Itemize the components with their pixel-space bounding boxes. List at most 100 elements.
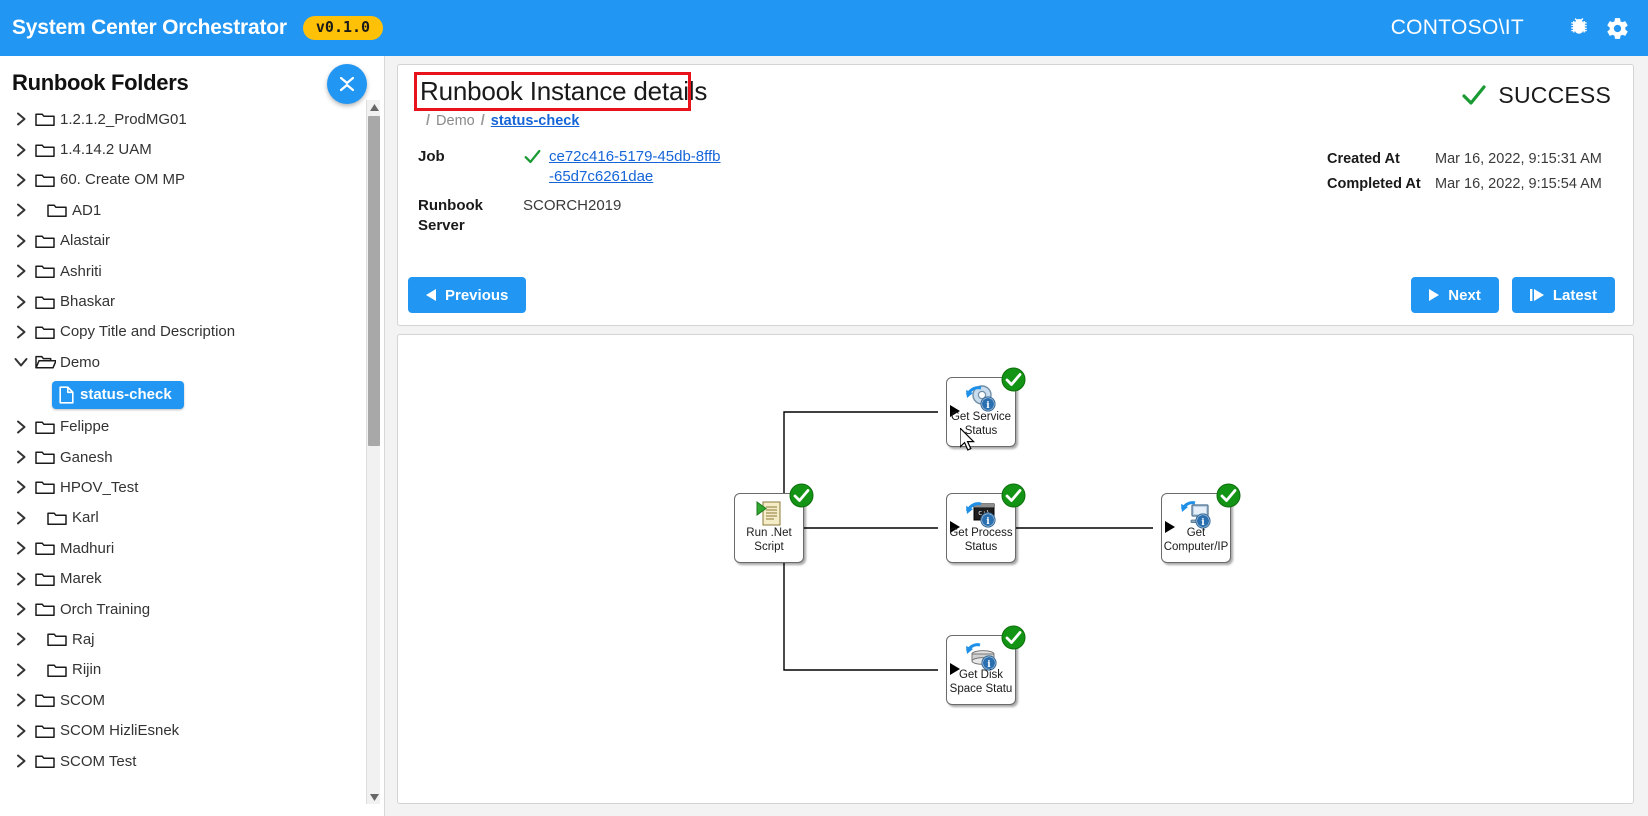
sidebar-item-scom[interactable]: SCOM [0, 685, 368, 715]
chevron-right-icon[interactable] [10, 572, 32, 586]
activity-node-run-net-script[interactable]: Run .Net Script [734, 483, 814, 563]
sidebar-item-felippe[interactable]: Felippe [0, 412, 368, 442]
job-id-link[interactable]: ce72c416-5179-45db-8ffb-65d7c6261dae [549, 147, 724, 188]
sidebar-scrollbar[interactable] [366, 100, 380, 804]
timestamps: Created At Mar 16, 2022, 9:15:31 AM Comp… [1327, 151, 1611, 201]
sidebar-item-raj[interactable]: Raj [0, 624, 368, 654]
chevron-right-icon[interactable] [10, 480, 32, 494]
chevron-right-icon[interactable] [10, 325, 32, 339]
chevron-right-icon[interactable] [10, 724, 32, 738]
sidebar-item-ad1[interactable]: AD1 [0, 195, 368, 225]
chevron-right-icon[interactable] [10, 143, 32, 157]
activity-node-get-disk-space-status[interactable]: i Get Disk Space Statu [946, 625, 1026, 705]
activity-node-label-line2: Computer/IP [1163, 540, 1229, 553]
breadcrumb: / Demo / status-check [426, 113, 1615, 129]
sidebar-item-ganesh[interactable]: Ganesh [0, 442, 368, 472]
bug-icon[interactable] [1566, 15, 1592, 41]
chevron-right-icon[interactable] [10, 754, 32, 768]
chevron-right-icon[interactable] [10, 602, 32, 616]
chevron-right-icon[interactable] [10, 173, 32, 187]
activity-node-label-line1: Run .Net [746, 527, 792, 539]
chevron-right-icon[interactable] [10, 234, 32, 248]
gear-icon[interactable] [1604, 15, 1630, 41]
breadcrumb-folder[interactable]: Demo [436, 113, 475, 129]
scroll-up-arrow-icon[interactable] [367, 100, 381, 114]
sidebar-item-alastair[interactable]: Alastair [0, 226, 368, 256]
activity-node-get-process-status[interactable]: c:\ i Get Process Status [946, 483, 1026, 563]
latest-button-label: Latest [1552, 286, 1597, 304]
sidebar-item-label: Marek [60, 570, 102, 588]
folder-icon [32, 324, 58, 340]
node-success-check-icon [1001, 483, 1026, 508]
completed-at-row: Completed At Mar 16, 2022, 9:15:54 AM [1327, 176, 1611, 192]
activity-node-label-line2: Status [964, 424, 998, 437]
sidebar-item-bhaskar[interactable]: Bhaskar [0, 286, 368, 316]
sidebar-item-label: 1.4.14.2 UAM [60, 141, 152, 159]
sidebar-item-madhuri[interactable]: Madhuri [0, 533, 368, 563]
sidebar-item-scom-hizliesnek[interactable]: SCOM HizliEsnek [0, 715, 368, 745]
activity-node-label-line1: Get Disk [958, 669, 1004, 681]
sidebar-item-60-create-om-mp[interactable]: 60. Create OM MP [0, 165, 368, 195]
sidebar-item-copy-title-and-description[interactable]: Copy Title and Description [0, 317, 368, 347]
chevron-right-icon[interactable] [10, 450, 32, 464]
chevron-right-icon[interactable] [10, 295, 32, 309]
sidebar-item-scom-test[interactable]: SCOM Test [0, 746, 368, 776]
chevron-right-icon[interactable] [10, 632, 32, 646]
sidebar-item-status-check[interactable]: status-check [0, 378, 368, 412]
chevron-right-icon[interactable] [10, 112, 32, 126]
nav-button-group: Next Latest [1411, 277, 1615, 313]
header-right-group: CONTOSO\IT [1391, 15, 1630, 41]
latest-button[interactable]: Latest [1511, 277, 1615, 313]
sidebar-item-label: HPOV_Test [60, 478, 139, 496]
runbook-folder-tree[interactable]: 1.2.1.2_ProdMG01 1.4.14.2 UAM 60. Create O… [0, 104, 368, 816]
sidebar-item-orch-training[interactable]: Orch Training [0, 594, 368, 624]
sidebar-item-label: Karl [72, 509, 99, 527]
breadcrumb-separator-1: / [426, 112, 431, 129]
sidebar-item-label: Demo [60, 353, 101, 371]
sidebar-item-label: 1.2.1.2_ProdMG01 [60, 110, 187, 128]
user-account-label: CONTOSO\IT [1390, 16, 1524, 39]
chevron-right-icon[interactable] [10, 420, 32, 434]
scroll-down-arrow-icon[interactable] [367, 790, 381, 804]
sidebar-item-karl[interactable]: Karl [0, 503, 368, 533]
diagram-connectors [783, 411, 1153, 671]
chevron-right-icon[interactable] [10, 663, 32, 677]
collapse-all-button[interactable] [327, 64, 367, 104]
runbook-diagram[interactable]: Run .Net Script i Get Service Status c:\ i Get … [398, 335, 1633, 803]
breadcrumb-runbook-link[interactable]: status-check [491, 113, 580, 129]
selected-runbook-pill[interactable]: status-check [52, 380, 184, 409]
chevron-right-icon[interactable] [10, 264, 32, 278]
previous-button[interactable]: Previous [408, 277, 527, 313]
activity-node-label-line2: Space Statu [949, 682, 1013, 695]
sidebar-item-1-2-1-2-prodmg01[interactable]: 1.2.1.2_ProdMG01 [0, 104, 368, 134]
sidebar-item-label: Ganesh [60, 448, 113, 466]
folder-icon [32, 142, 58, 158]
sidebar-item-ashriti[interactable]: Ashriti [0, 256, 368, 286]
sidebar-item-rijin[interactable]: Rijin [0, 655, 368, 685]
sidebar: Runbook Folders 1.2.1.2_ProdMG01 1.4.14.2… [0, 56, 385, 816]
chevron-right-icon[interactable] [10, 511, 32, 525]
folder-icon [32, 111, 58, 127]
app-title: System Center Orchestrator [12, 16, 287, 39]
breadcrumb-separator-2: / [480, 112, 485, 129]
sidebar-item-marek[interactable]: Marek [0, 563, 368, 593]
activity-node-get-service-status[interactable]: i Get Service Status [946, 367, 1026, 447]
scrollbar-thumb[interactable] [368, 116, 380, 446]
activity-node-label-line2: Status [964, 540, 998, 553]
sidebar-item-label: 60. Create OM MP [60, 171, 186, 189]
activity-node-get-computer-ip[interactable]: i Get Computer/IP [1161, 483, 1241, 563]
created-at-value: Mar 16, 2022, 9:15:31 AM [1435, 151, 1602, 167]
check-icon [1462, 85, 1487, 105]
sidebar-item-1-4-14-2-uam[interactable]: 1.4.14.2 UAM [0, 134, 368, 164]
chevron-right-icon[interactable] [10, 203, 32, 217]
folder-icon [32, 263, 58, 279]
chevron-right-icon[interactable] [10, 693, 32, 707]
chevron-right-icon[interactable] [10, 541, 32, 555]
sidebar-item-hpov-test[interactable]: HPOV_Test [0, 472, 368, 502]
next-button[interactable]: Next [1411, 277, 1499, 313]
sidebar-item-label: SCOM HizliEsnek [60, 722, 180, 740]
version-badge: v0.1.0 [302, 16, 384, 40]
chevron-down-icon[interactable] [10, 357, 32, 368]
sidebar-item-demo[interactable]: Demo [0, 347, 368, 377]
activity-node-label-line2: Script [754, 540, 784, 553]
